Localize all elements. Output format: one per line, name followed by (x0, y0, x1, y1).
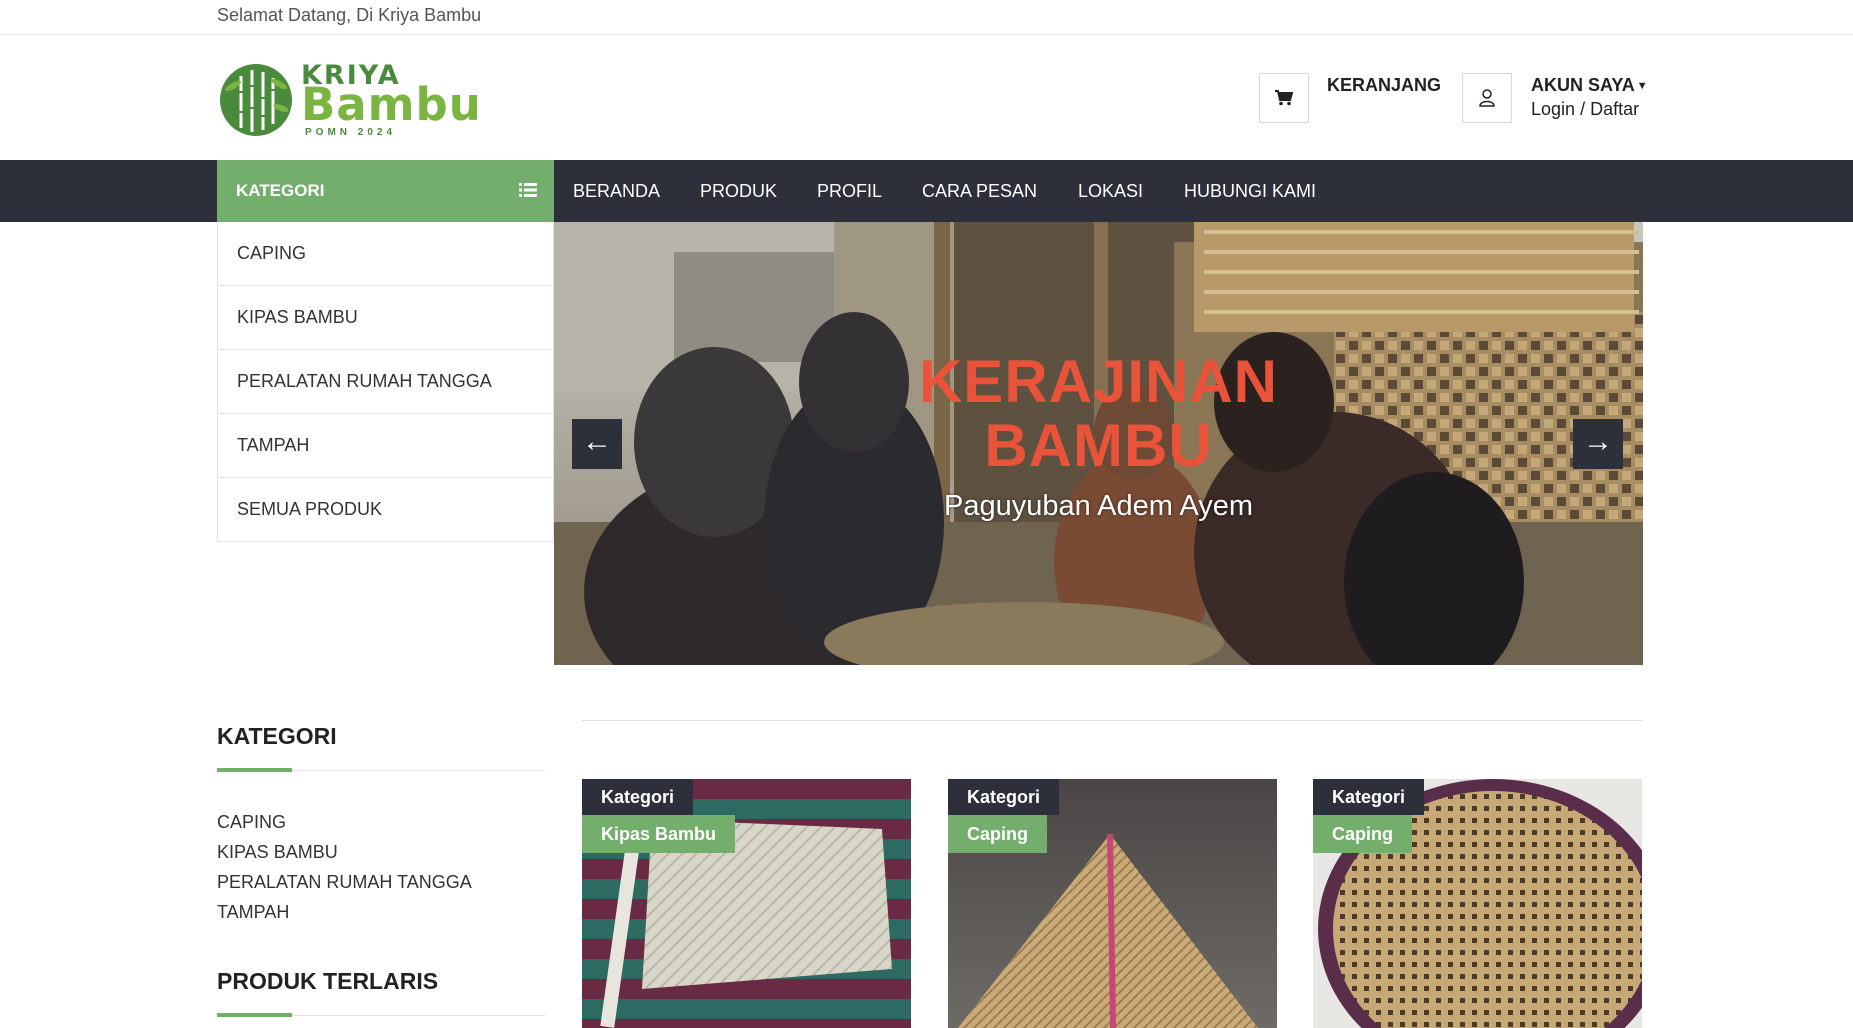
category-toggle-label: KATEGORI (236, 181, 325, 200)
category-menu-item-peralatan[interactable]: PERALATAN RUMAH TANGGA (218, 349, 553, 413)
category-toggle-button[interactable]: KATEGORI (217, 160, 554, 222)
nav-beranda[interactable]: BERANDA (573, 160, 660, 222)
sidebar-category-heading: KATEGORI (217, 723, 337, 749)
slide-title-line1: KERAJINAN (918, 348, 1279, 415)
category-menu-item-caping[interactable]: CAPING (218, 222, 553, 285)
product-tag-category[interactable]: Caping (948, 815, 1047, 853)
category-menu: CAPING KIPAS BAMBU PERALATAN RUMAH TANGG… (217, 222, 554, 542)
cart-button[interactable] (1259, 73, 1309, 123)
category-menu-item-kipas-bambu[interactable]: KIPAS BAMBU (218, 285, 553, 349)
welcome-text: Selamat Datang, Di Kriya Bambu (217, 5, 482, 25)
bamboo-logo-icon (220, 64, 292, 136)
register-link[interactable]: Daftar (1590, 99, 1639, 119)
divider-accent (217, 768, 292, 772)
slide-title: KERAJINAN BAMBU (554, 350, 1643, 478)
main-navbar: KATEGORI BERANDA PRODUK PROFIL CARA PESA… (0, 160, 1853, 222)
account-button[interactable] (1462, 73, 1512, 123)
auth-links: Login / Daftar (1531, 99, 1639, 120)
slide-title-line2: BAMBU (984, 412, 1213, 479)
product-tag-label: Kategori (582, 779, 694, 815)
nav-profil[interactable]: PROFIL (817, 160, 882, 222)
nav-produk[interactable]: PRODUK (700, 160, 777, 222)
site-logo[interactable]: KRIYA Bambu POMN 2024 (217, 58, 481, 140)
account-dropdown[interactable]: AKUN SAYA ▼ (1531, 75, 1648, 96)
category-menu-item-semua-produk[interactable]: SEMUA PRODUK (218, 477, 553, 541)
auth-separator: / (1580, 99, 1586, 119)
hero-slider[interactable]: KERAJINAN BAMBU Paguyuban Adem Ayem ← → (554, 222, 1643, 665)
sidebar-category-divider (217, 768, 545, 772)
slider-prev-button[interactable]: ← (572, 419, 622, 469)
caret-down-icon: ▼ (1636, 80, 1648, 92)
sidebar-category-list: CAPING KIPAS BAMBU PERALATAN RUMAH TANGG… (217, 812, 472, 932)
account-label: AKUN SAYA (1531, 75, 1635, 95)
sidebar-category-tampah[interactable]: TAMPAH (217, 902, 472, 932)
nav-cara-pesan[interactable]: CARA PESAN (922, 160, 1037, 222)
arrow-left-icon: ← (582, 425, 612, 458)
arrow-right-icon: → (1583, 425, 1613, 458)
cart-icon (1275, 90, 1293, 106)
nav-lokasi[interactable]: LOKASI (1078, 160, 1143, 222)
site-header: KRIYA Bambu POMN 2024 KERANJANG AKUN SAY… (0, 35, 1853, 160)
product-tag-category[interactable]: Kipas Bambu (582, 815, 736, 853)
category-menu-item-tampah[interactable]: TAMPAH (218, 413, 553, 477)
sidebar-bestseller-heading: PRODUK TERLARIS (217, 968, 439, 994)
cart-label[interactable]: KERANJANG (1327, 75, 1441, 96)
list-icon (519, 183, 537, 197)
nav-hubungi-kami[interactable]: HUBUNGI KAMI (1184, 160, 1316, 222)
logo-text-pomn: POMN 2024 (305, 127, 397, 138)
product-tag-category[interactable]: Caping (1313, 815, 1412, 853)
sidebar-bestseller-divider (217, 1013, 545, 1017)
divider-accent (217, 1013, 292, 1017)
login-link[interactable]: Login (1531, 99, 1575, 119)
slide-subtitle: Paguyuban Adem Ayem (943, 490, 1254, 522)
product-card[interactable]: Kategori Caping (948, 779, 1277, 1028)
product-tag-label: Kategori (948, 779, 1060, 815)
top-bar: Selamat Datang, Di Kriya Bambu (0, 0, 1853, 35)
logo-text-bambu: Bambu (301, 78, 482, 131)
products-divider (582, 720, 1643, 721)
product-tag-label: Kategori (1313, 779, 1425, 815)
sidebar-category-peralatan[interactable]: PERALATAN RUMAH TANGGA (217, 872, 472, 902)
product-card[interactable]: Kategori Kipas Bambu (582, 779, 911, 1028)
sidebar-category-caping[interactable]: CAPING (217, 812, 472, 842)
sidebar-category-kipas-bambu[interactable]: KIPAS BAMBU (217, 842, 472, 872)
product-card[interactable]: Kategori Caping (1313, 779, 1642, 1028)
slider-next-button[interactable]: → (1573, 419, 1623, 469)
user-icon (1479, 89, 1495, 107)
